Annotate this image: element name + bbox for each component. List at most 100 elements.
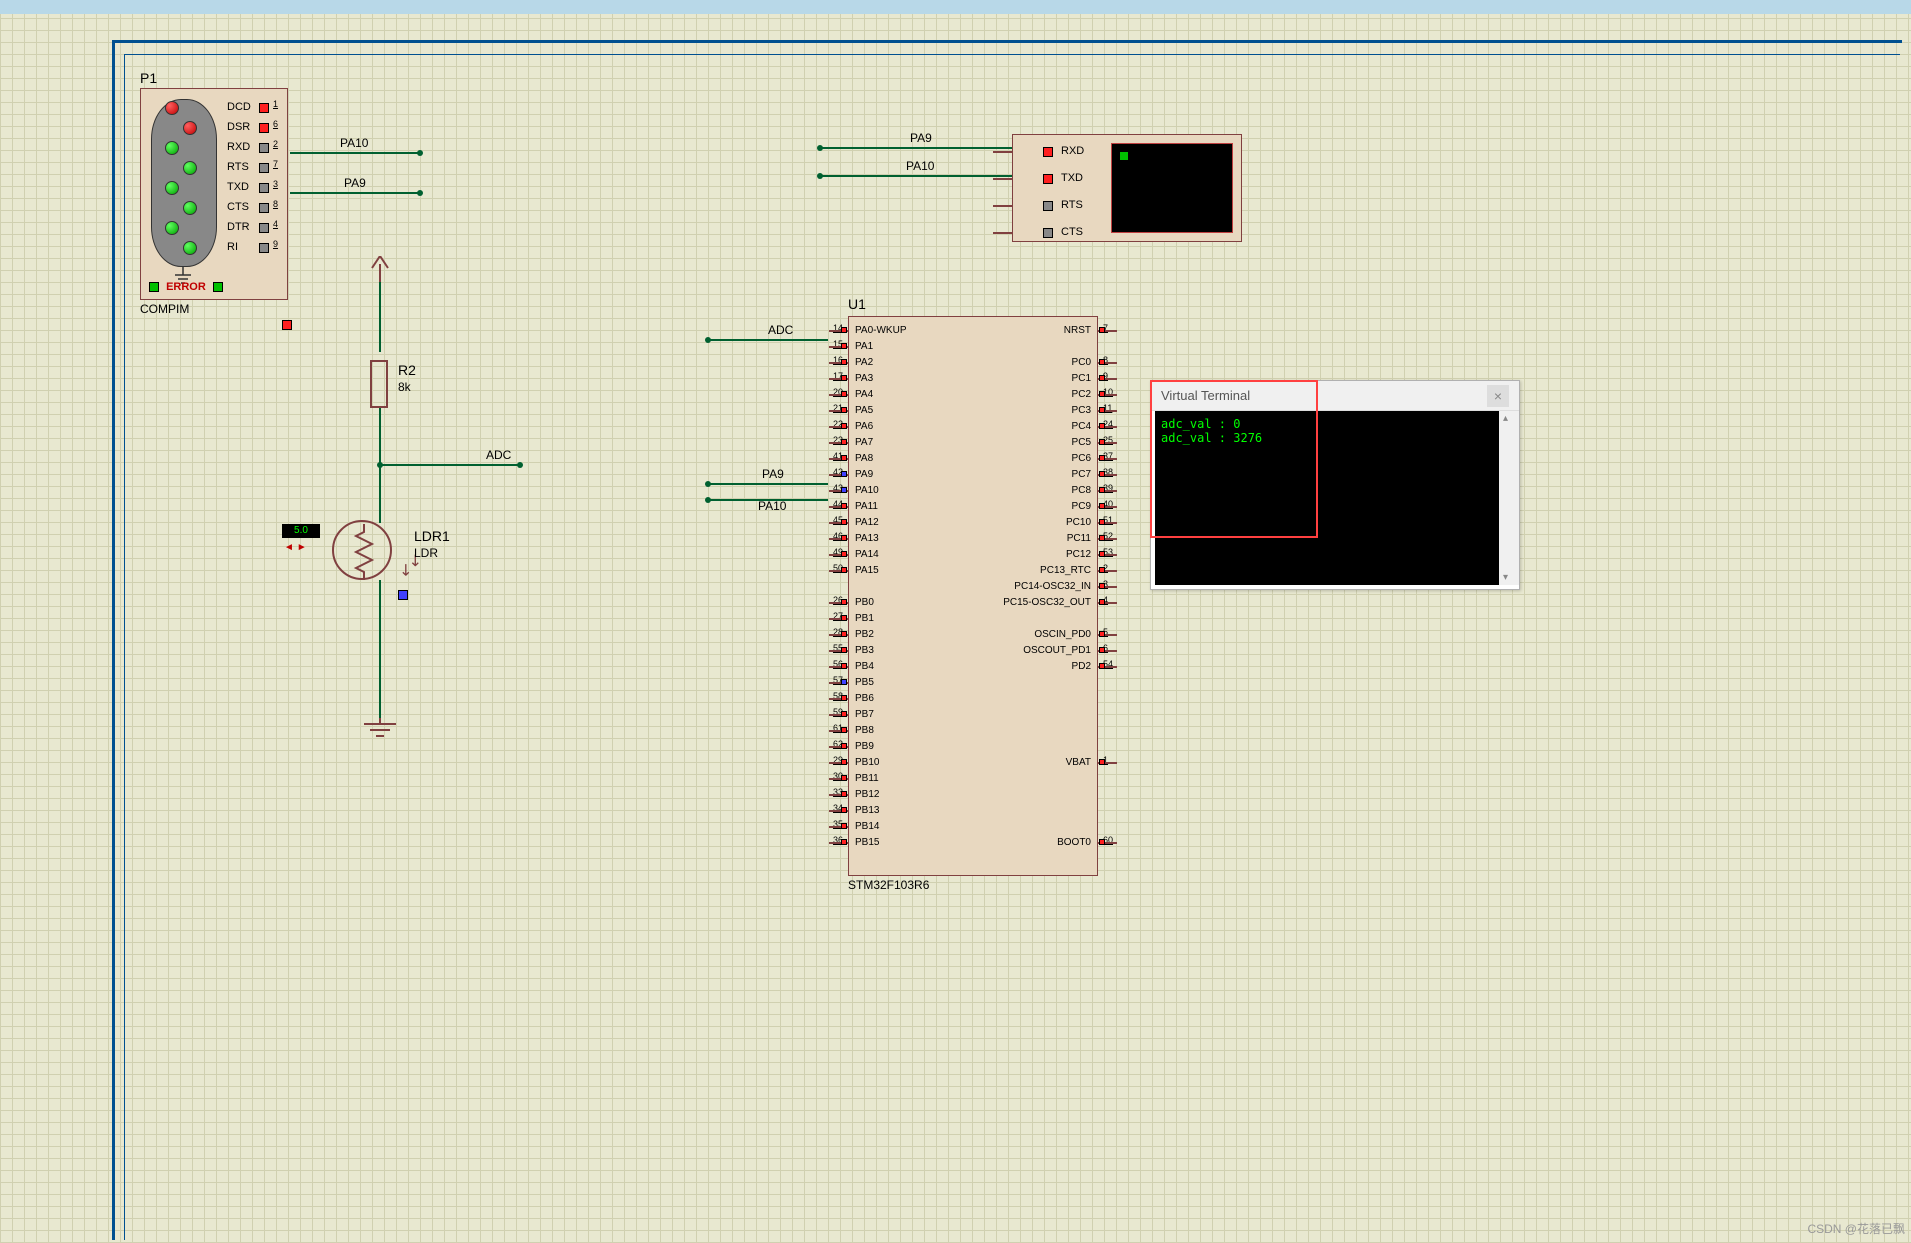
net-chip-pa10: PA10 xyxy=(758,499,786,513)
chip-pin-PC1: PC1 xyxy=(1072,373,1091,384)
vt-pin-indicator xyxy=(1043,147,1053,157)
junction xyxy=(517,462,523,468)
pin-indicator xyxy=(841,823,847,829)
ldr-part: LDR xyxy=(414,546,438,560)
wire-chip-adc xyxy=(708,339,828,341)
chip-pin-PC3: PC3 xyxy=(1072,405,1091,416)
pin-indicator xyxy=(841,343,847,349)
chip-pin-PC14-OSC32_IN: PC14-OSC32_IN xyxy=(1014,581,1091,592)
pin-indicator xyxy=(1099,599,1105,605)
pin-indicator xyxy=(841,775,847,781)
chip-pin-PB6: PB6 xyxy=(855,693,874,704)
junction xyxy=(705,481,711,487)
ldr-zigzag-icon xyxy=(334,522,394,582)
chip-pin-PA6: PA6 xyxy=(855,421,873,432)
schematic-canvas[interactable]: P1 DCD 1 DSR 6 RXD 2 RTS 7 TXD 3 CTS 8 D… xyxy=(0,0,1911,1243)
error-indicator-left xyxy=(149,282,159,292)
chip-pin-PC11: PC11 xyxy=(1067,533,1091,544)
pin-indicator xyxy=(1099,839,1105,845)
pin-indicator xyxy=(841,631,847,637)
pin-indicator xyxy=(1099,535,1105,541)
pin-indicator xyxy=(1099,663,1105,669)
pin-indicator xyxy=(841,359,847,365)
pin-indicator xyxy=(259,243,269,253)
chip-pin-PA5: PA5 xyxy=(855,405,873,416)
pin-label-dcd: DCD xyxy=(227,101,251,113)
junction xyxy=(817,173,823,179)
chip-pin-PA8: PA8 xyxy=(855,453,873,464)
led-txd xyxy=(165,181,179,195)
vt-cursor-icon xyxy=(1120,152,1128,160)
pin-stub xyxy=(993,151,1013,153)
chip-pin-PA13: PA13 xyxy=(855,533,879,544)
chip-pin-PA14: PA14 xyxy=(855,549,879,560)
pin-indicator xyxy=(259,203,269,213)
virtual-terminal-component[interactable]: RXD TXD RTS CTS xyxy=(1012,134,1242,242)
pin-indicator xyxy=(841,679,847,685)
ldr-body xyxy=(332,520,392,580)
chip-pin-NRST: NRST xyxy=(1064,325,1091,336)
stm32-chip[interactable]: PA0-WKUP 14 PA1 15 PA2 16 PA3 17 PA4 20 … xyxy=(848,316,1098,876)
vt-pin-indicator xyxy=(1043,228,1053,238)
resistor-ref: R2 xyxy=(398,362,416,378)
led-dsr xyxy=(183,121,197,135)
pin-indicator xyxy=(1099,551,1105,557)
pin-indicator xyxy=(841,567,847,573)
compim-component[interactable]: DCD 1 DSR 6 RXD 2 RTS 7 TXD 3 CTS 8 DTR … xyxy=(140,88,288,300)
pin-label-cts: CTS xyxy=(227,201,249,213)
ldr-adjust-controls[interactable]: ◄ ► xyxy=(284,542,307,553)
chip-pin-PB7: PB7 xyxy=(855,709,874,720)
pin-indicator xyxy=(841,535,847,541)
pin-indicator xyxy=(841,407,847,413)
net-chip-adc: ADC xyxy=(768,323,793,337)
error-indicator-right xyxy=(213,282,223,292)
pin-indicator xyxy=(1099,567,1105,573)
pin-indicator xyxy=(841,327,847,333)
ground-symbol-icon xyxy=(360,718,400,742)
chip-pin-PD2: PD2 xyxy=(1072,661,1091,672)
pin-indicator xyxy=(841,663,847,669)
chip-pin-PB3: PB3 xyxy=(855,645,874,656)
pin-indicator xyxy=(1099,375,1105,381)
top-bar xyxy=(0,0,1911,14)
pin-indicator xyxy=(841,471,847,477)
chip-pin-BOOT0: BOOT0 xyxy=(1057,837,1091,848)
led-cts xyxy=(183,201,197,215)
scroll-down-icon[interactable]: ▾ xyxy=(1503,572,1508,583)
pin-indicator xyxy=(259,183,269,193)
chip-pin-OSCIN_PD0: OSCIN_PD0 xyxy=(1034,629,1091,640)
net-chip-pa9: PA9 xyxy=(762,467,784,481)
wire-rxd xyxy=(290,152,420,154)
chip-pin-PB9: PB9 xyxy=(855,741,874,752)
pin-indicator xyxy=(841,615,847,621)
pin-label-dsr: DSR xyxy=(227,121,250,133)
chip-pin-PB11: PB11 xyxy=(855,773,879,784)
terminal-scrollbar[interactable]: ▴ ▾ xyxy=(1499,411,1519,585)
chip-pin-PC12: PC12 xyxy=(1066,549,1091,560)
pin-indicator xyxy=(1099,503,1105,509)
net-pa9: PA9 xyxy=(344,176,366,190)
scroll-up-icon[interactable]: ▴ xyxy=(1503,413,1508,424)
pin-indicator xyxy=(841,599,847,605)
pin-indicator xyxy=(1099,519,1105,525)
pin-number: 3 xyxy=(273,179,278,189)
pin-indicator xyxy=(1099,407,1105,413)
wire-vt-txd xyxy=(820,175,1012,177)
highlight-annotation xyxy=(1150,380,1318,538)
net-pa10: PA10 xyxy=(340,136,368,150)
chip-pin-PB1: PB1 xyxy=(855,613,874,624)
resistor-value: 8k xyxy=(398,380,411,394)
pin-indicator xyxy=(1099,439,1105,445)
close-button[interactable]: × xyxy=(1487,385,1509,407)
chip-part: STM32F103R6 xyxy=(848,878,929,892)
wire-vcc-r2 xyxy=(379,282,381,352)
chip-pin-PB4: PB4 xyxy=(855,661,874,672)
probe-indicator xyxy=(398,590,408,600)
chip-pin-PB13: PB13 xyxy=(855,805,879,816)
watermark: CSDN @花落已飘 xyxy=(1807,1220,1905,1237)
pin-label-rxd: RXD xyxy=(227,141,250,153)
chip-pin-PA4: PA4 xyxy=(855,389,873,400)
led-rxd xyxy=(165,141,179,155)
pin-indicator xyxy=(841,423,847,429)
pin-indicator xyxy=(1099,583,1105,589)
